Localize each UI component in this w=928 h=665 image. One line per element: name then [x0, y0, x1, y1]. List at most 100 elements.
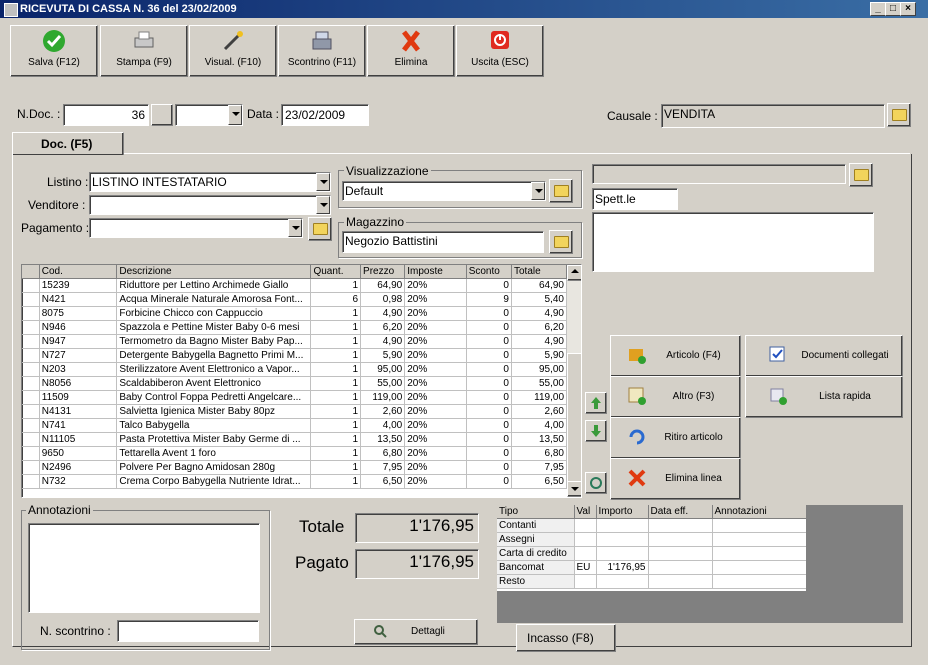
altro-button[interactable]: Altro (F3): [610, 376, 741, 418]
table-cell[interactable]: 0: [466, 390, 512, 405]
payment-cell[interactable]: [648, 518, 713, 533]
payment-cell[interactable]: [574, 532, 597, 547]
scroll-up-button[interactable]: [567, 265, 581, 281]
table-cell[interactable]: 0: [466, 432, 512, 447]
table-row[interactable]: N727 Detergente Babygella Bagnetto Primi …: [22, 348, 568, 363]
payment-cell[interactable]: [712, 560, 806, 575]
table-cell[interactable]: 4,00: [360, 418, 406, 433]
table-cell[interactable]: 20%: [404, 460, 467, 475]
table-cell[interactable]: 8075: [39, 306, 118, 321]
table-cell[interactable]: 0: [466, 474, 512, 489]
payment-cell[interactable]: [574, 574, 597, 589]
visualizzazione-folder-button[interactable]: [549, 179, 573, 203]
column-header[interactable]: Descrizione: [116, 265, 312, 279]
magazzino-field[interactable]: Negozio Battistini: [342, 231, 544, 253]
payment-cell[interactable]: [596, 532, 649, 547]
close-button[interactable]: ×: [900, 2, 916, 16]
table-cell[interactable]: 9650: [39, 446, 118, 461]
items-grid[interactable]: Cod. Descrizione Quant. Prezzo Imposte Sconto…: [21, 264, 582, 498]
scontrino-f11-button[interactable]: Scontrino (F11): [278, 25, 366, 77]
table-cell[interactable]: 1: [310, 418, 362, 433]
table-cell[interactable]: Sterilizzatore Avent Elettronico a Vapor…: [116, 362, 312, 377]
ritiro-button[interactable]: Ritiro articolo: [610, 417, 741, 459]
table-cell[interactable]: 13,50: [360, 432, 406, 447]
pagamento-folder-button[interactable]: [308, 217, 332, 241]
table-row[interactable]: N8056 Scaldabiberon Avent Elettronico 1 55,…: [22, 376, 568, 391]
visualizzazione-select[interactable]: Default: [342, 181, 546, 201]
cliente-folder-button[interactable]: [849, 163, 873, 187]
table-cell[interactable]: Crema Corpo Babygella Nutriente Idrat...: [116, 474, 312, 489]
table-cell[interactable]: 20%: [404, 376, 467, 391]
grid-scrollbar[interactable]: [567, 265, 581, 497]
payment-cell[interactable]: [596, 574, 649, 589]
scontrino-input[interactable]: [117, 620, 259, 642]
table-cell[interactable]: 1: [310, 474, 362, 489]
minimize-button[interactable]: _: [870, 2, 886, 16]
visual-f10-button[interactable]: Visual. (F10): [189, 25, 277, 77]
table-cell[interactable]: 0: [466, 446, 512, 461]
documenti-collegati-button[interactable]: Documenti collegati: [745, 335, 903, 377]
table-cell[interactable]: 20%: [404, 320, 467, 335]
payment-row[interactable]: Contanti: [497, 518, 806, 533]
payment-cell[interactable]: 1'176,95: [596, 560, 649, 575]
payment-cell[interactable]: [574, 546, 597, 561]
payment-cell[interactable]: [596, 518, 649, 533]
table-cell[interactable]: N947: [39, 334, 118, 349]
payment-cell[interactable]: EU: [574, 560, 597, 575]
table-cell[interactable]: 64,90: [511, 278, 568, 293]
table-cell[interactable]: Baby Control Foppa Pedretti Angelcare...: [116, 390, 312, 405]
table-cell[interactable]: 1: [310, 460, 362, 475]
table-cell[interactable]: 20%: [404, 362, 467, 377]
table-cell[interactable]: 4,90: [511, 334, 568, 349]
salva-f12-button[interactable]: Salva (F12): [10, 25, 98, 77]
payment-cell[interactable]: [574, 518, 597, 533]
column-header[interactable]: Totale: [511, 265, 568, 279]
table-cell[interactable]: 0,98: [360, 292, 406, 307]
table-cell[interactable]: 1: [310, 306, 362, 321]
table-cell[interactable]: Talco Babygella: [116, 418, 312, 433]
scroll-thumb[interactable]: [567, 353, 581, 485]
table-cell[interactable]: 0: [466, 362, 512, 377]
table-cell[interactable]: 4,00: [511, 418, 568, 433]
table-cell[interactable]: 1: [310, 320, 362, 335]
table-cell[interactable]: 1: [310, 362, 362, 377]
table-cell[interactable]: 119,00: [360, 390, 406, 405]
move-up-button[interactable]: [585, 392, 607, 414]
table-cell[interactable]: 1: [310, 278, 362, 293]
table-cell[interactable]: 9: [466, 292, 512, 307]
table-cell[interactable]: 0: [466, 348, 512, 363]
table-cell[interactable]: 0: [466, 376, 512, 391]
lista-rapida-button[interactable]: Lista rapida: [745, 376, 903, 418]
row-indicator[interactable]: [22, 418, 40, 433]
table-row[interactable]: 15239 Riduttore per Lettino Archimede Gia…: [22, 278, 568, 293]
table-cell[interactable]: 5,90: [360, 348, 406, 363]
spett-field[interactable]: Spett.le: [592, 188, 678, 210]
table-row[interactable]: 8075 Forbicine Chicco con Cappuccio 1 4,90 2…: [22, 306, 568, 321]
table-cell[interactable]: 6,80: [360, 446, 406, 461]
table-cell[interactable]: 5,90: [511, 348, 568, 363]
cliente-field[interactable]: [592, 164, 846, 184]
column-header[interactable]: Quant.: [310, 265, 362, 279]
table-cell[interactable]: 0: [466, 334, 512, 349]
row-indicator[interactable]: [22, 390, 40, 405]
table-cell[interactable]: 20%: [404, 418, 467, 433]
table-row[interactable]: N4131 Salvietta Igienica Mister Baby 80pz…: [22, 404, 568, 419]
row-indicator[interactable]: [22, 306, 40, 321]
table-cell[interactable]: 1: [310, 446, 362, 461]
table-cell[interactable]: 7,95: [511, 460, 568, 475]
table-cell[interactable]: 4,90: [511, 306, 568, 321]
row-indicator[interactable]: [22, 474, 40, 489]
table-cell[interactable]: Salvietta Igienica Mister Baby 80pz: [116, 404, 312, 419]
ndoc-lookup-button[interactable]: [151, 104, 173, 126]
elimina-button[interactable]: Elimina: [367, 25, 455, 77]
payment-column-header[interactable]: Val: [574, 505, 597, 519]
table-cell[interactable]: 6: [310, 292, 362, 307]
table-cell[interactable]: N421: [39, 292, 118, 307]
venditore-select[interactable]: [89, 195, 331, 215]
column-header[interactable]: Imposte: [404, 265, 467, 279]
payment-row[interactable]: Bancomat EU 1'176,95: [497, 560, 806, 575]
listino-select[interactable]: LISTINO INTESTATARIO: [89, 172, 331, 192]
elimina-linea-button[interactable]: Elimina linea: [610, 458, 741, 500]
pagamento-select[interactable]: [89, 218, 303, 238]
row-indicator[interactable]: [22, 446, 40, 461]
